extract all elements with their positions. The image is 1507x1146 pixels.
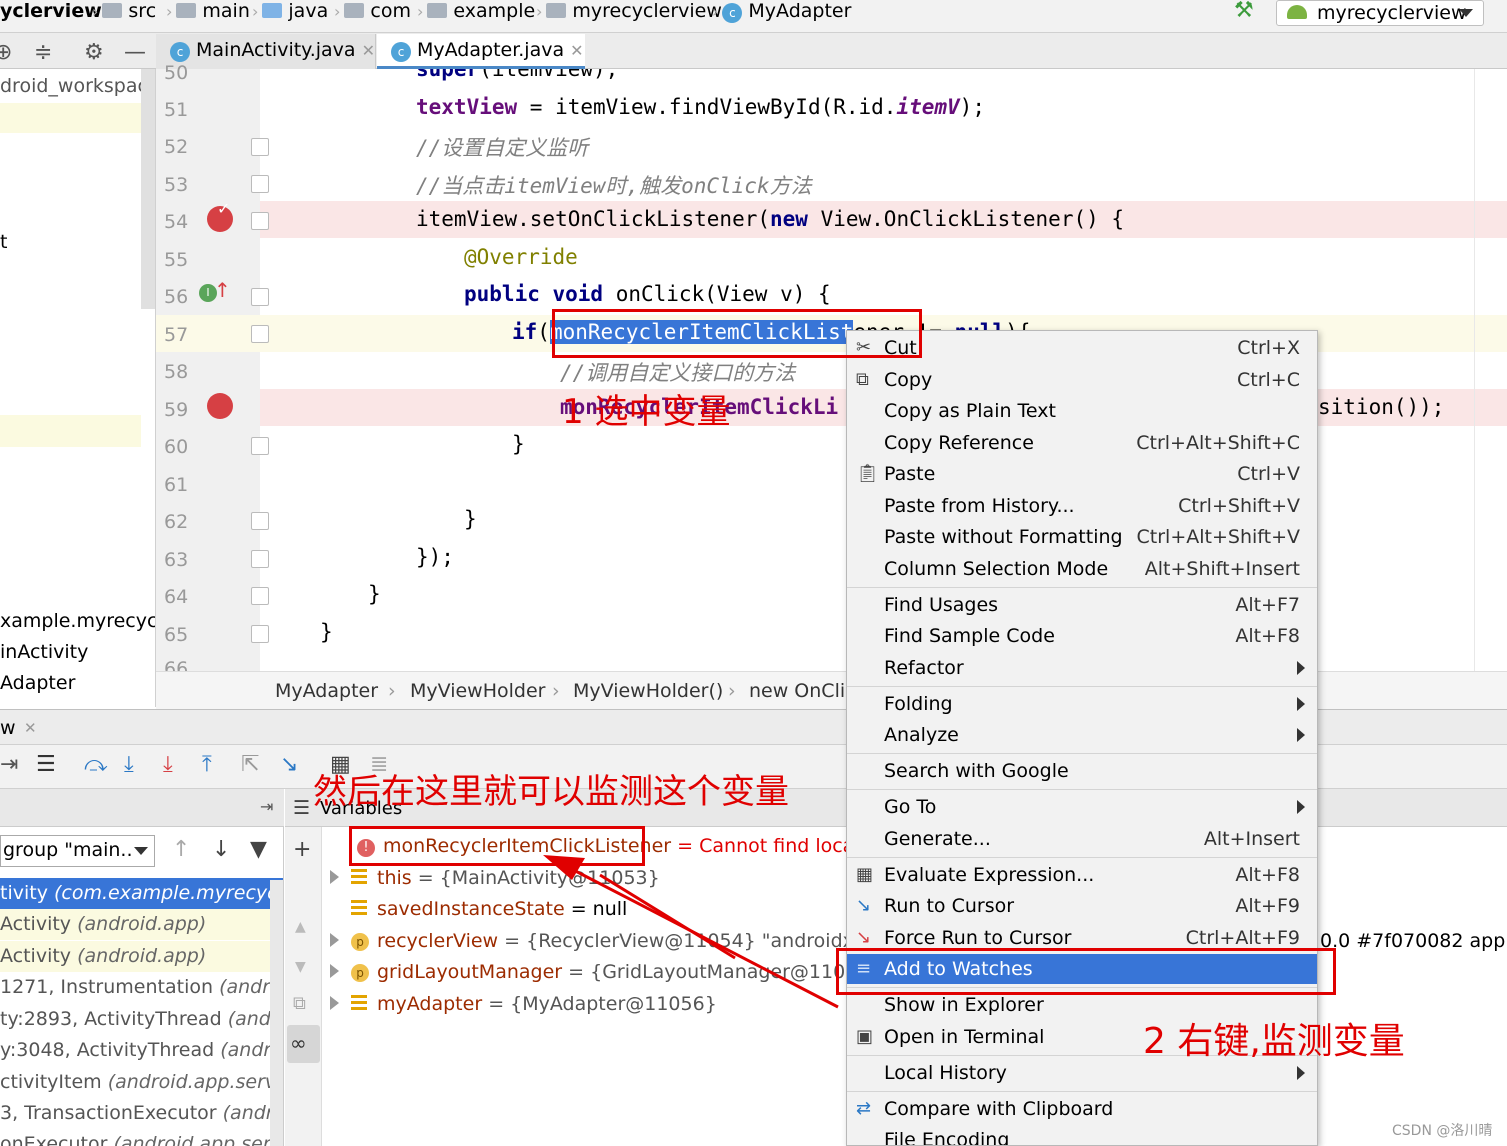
arrow-head xyxy=(543,855,585,880)
arrow-line-thick xyxy=(599,873,736,960)
watermark: CSDN @洛川晴 xyxy=(1392,1123,1493,1139)
annotation-arrow xyxy=(543,855,839,1009)
